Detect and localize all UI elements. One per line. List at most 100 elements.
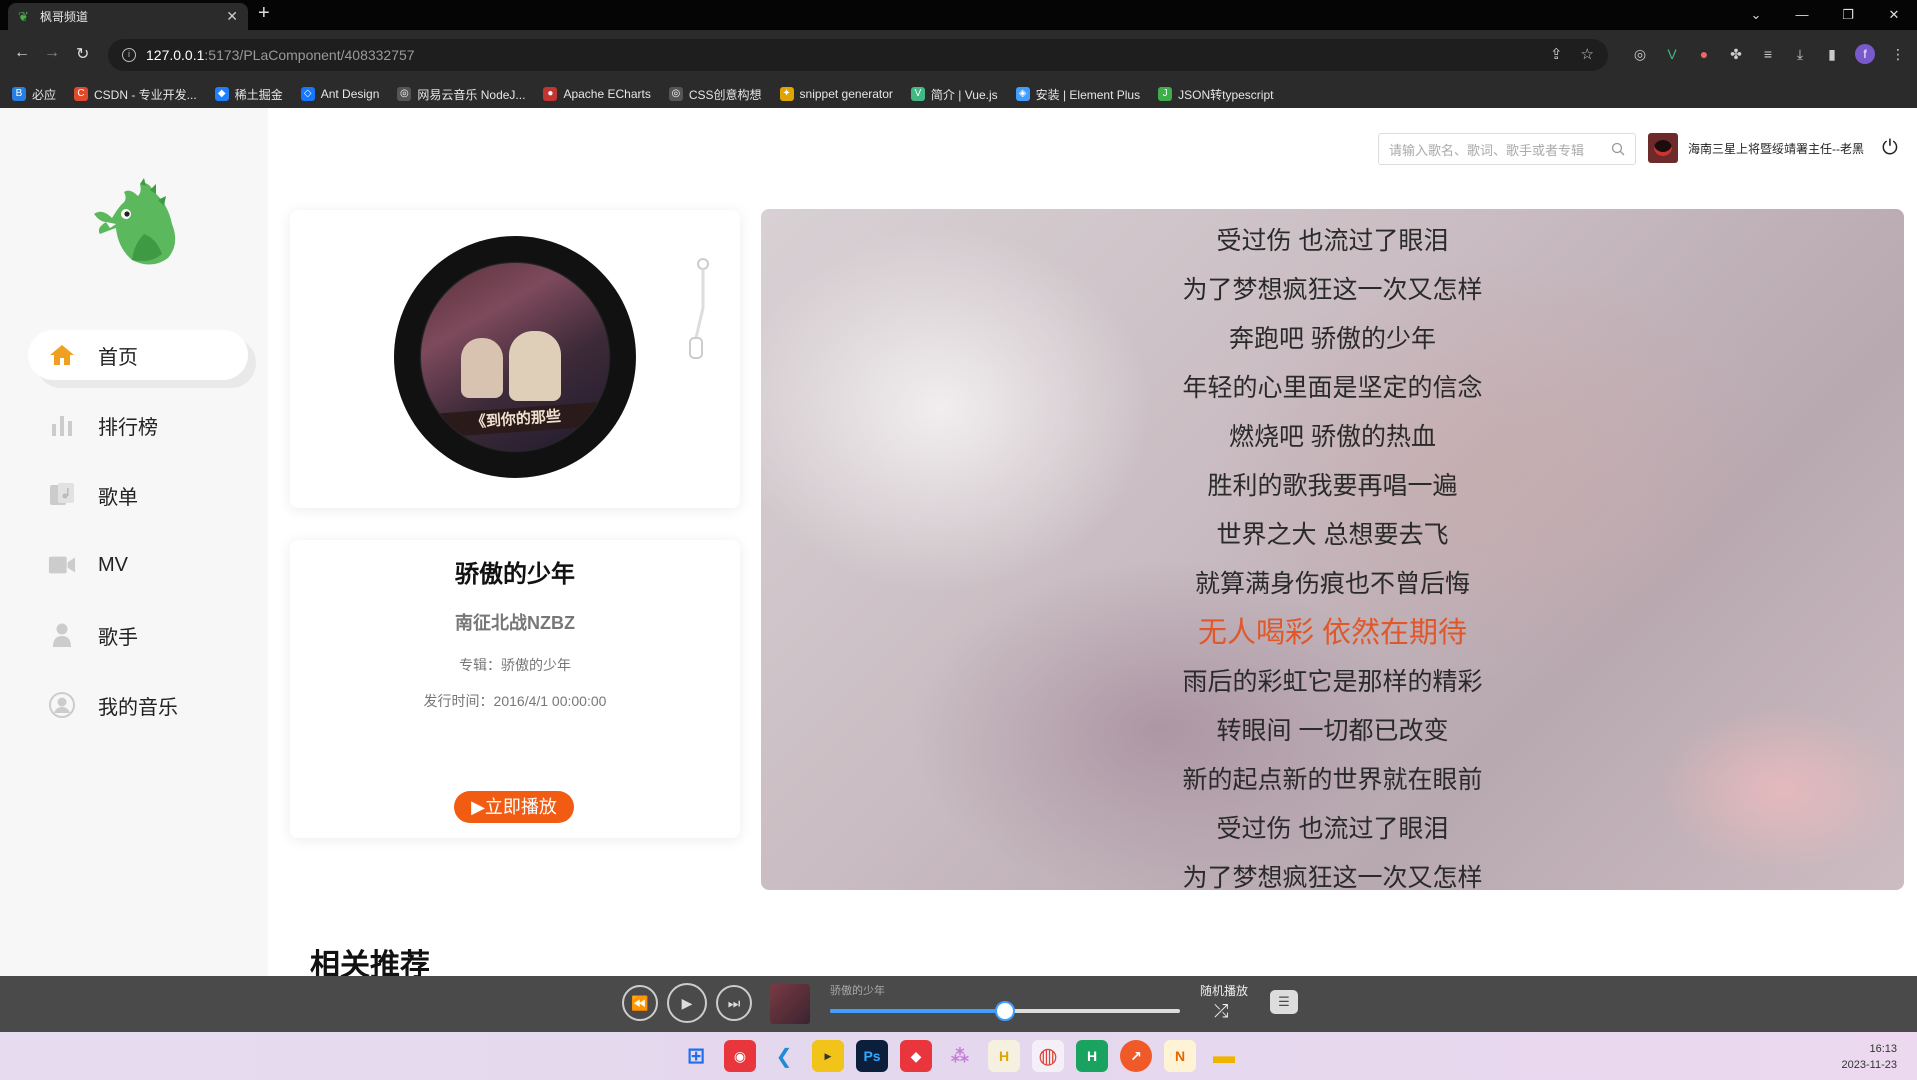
hbuilder-icon[interactable]: H <box>988 1040 1020 1072</box>
url-text: 127.0.0.1:5173/PLaComponent/408332757 <box>146 47 415 63</box>
close-tab-icon[interactable]: ✕ <box>226 8 238 25</box>
progress-knob[interactable] <box>995 1001 1015 1021</box>
forward-icon[interactable]: → <box>44 44 60 62</box>
extensions-puzzle-icon[interactable]: ✤ <box>1727 46 1745 63</box>
lyric-line: 胜利的歌我要再唱一遍 <box>1207 472 1458 500</box>
username[interactable]: 海南三星上将暨绥靖署主任--老黑 <box>1688 140 1864 157</box>
app-dots-icon[interactable]: ⁂ <box>944 1040 976 1072</box>
bookmark-item[interactable]: C CSDN - 专业开发... <box>74 86 197 103</box>
vue-devtools-icon[interactable]: V <box>1663 46 1681 62</box>
new-tab-icon[interactable]: + <box>258 2 270 25</box>
playlist-icon <box>48 481 76 509</box>
window-controls: ⌄ — ❐ ✕ <box>1733 0 1917 30</box>
chrome-icon[interactable]: ◍ <box>1032 1040 1064 1072</box>
sidebar-item[interactable]: 歌手 <box>28 610 248 660</box>
bookmark-item[interactable]: ◇ Ant Design <box>300 87 379 101</box>
previous-track-icon[interactable]: ⏪ <box>622 985 658 1021</box>
lyric-line: 就算满身伤痕也不曾后悔 <box>1194 570 1470 598</box>
sidebar: 首页排行榜歌单 MV 歌手我的音乐 <box>0 108 268 976</box>
bar-chart-icon <box>48 411 76 439</box>
play-mode-label: 随机播放 <box>1200 984 1249 998</box>
playlist-queue-icon[interactable]: ☰ <box>1270 990 1298 1014</box>
avatar[interactable] <box>1648 133 1678 163</box>
sidebar-item[interactable]: 排行榜 <box>28 400 248 450</box>
bookmark-item[interactable]: ◆ 稀土掘金 <box>214 86 283 103</box>
shuffle-icon[interactable]: ⤮ <box>1214 1001 1228 1022</box>
lyrics-list: 受过伤 也流过了眼泪 为了梦想疯狂这一次又怎样 奔跑吧 骄傲的少年 年轻的心里面是坚定… <box>761 217 1904 890</box>
play-now-button[interactable]: ▶立即播放 <box>454 791 574 823</box>
lyric-line: 为了梦想疯狂这一次又怎样 <box>1182 276 1483 304</box>
bookmark-item[interactable]: ◎ CSS创意构想 <box>668 86 762 103</box>
download-icon[interactable]: ⤓ <box>1791 46 1809 63</box>
artist-name[interactable]: 南征北战NZBZ <box>290 609 740 635</box>
os-taskbar: ⊞ ◉ ❮ ▶ Ps ◆ ⁂ H ◍ H ↗ N ▬ 16:13 2023-11… <box>0 1032 1917 1080</box>
progress-slider[interactable] <box>830 1001 1180 1021</box>
photoshop-icon[interactable]: Ps <box>856 1040 888 1072</box>
player-song-name: 骄傲的少年 <box>830 985 885 997</box>
search-input[interactable]: 请输入歌名、歌词、歌手或者专辑 <box>1378 133 1636 165</box>
sidebar-item-label: 歌单 <box>98 486 138 509</box>
file-explorer-icon[interactable]: ▬ <box>1208 1040 1240 1072</box>
reading-list-icon[interactable]: ≡ <box>1759 46 1777 62</box>
current-lyric-line: 无人喝彩 依然在期待 <box>1197 617 1468 649</box>
sidebar-item[interactable]: 首页 <box>28 330 248 380</box>
sidebar-item[interactable]: 我的音乐 <box>28 680 248 730</box>
reload-icon[interactable]: ↻ <box>76 44 89 64</box>
album-cover: 《到你的那些 <box>421 263 609 451</box>
extension-ring-icon[interactable]: ◎ <box>1631 46 1649 63</box>
browser-tab[interactable]: ❦ 枫哥频道 ✕ <box>8 3 248 30</box>
extension-pepper-icon[interactable]: ● <box>1695 46 1713 62</box>
bookmark-item[interactable]: ✦ snippet generator <box>779 87 893 101</box>
browser-menu-icon[interactable]: ⋮ <box>1889 46 1907 63</box>
player-thumbnail[interactable] <box>770 984 810 1024</box>
bookmark-item[interactable]: B 必应 <box>12 86 56 103</box>
sidebar-item[interactable]: 歌单 <box>28 470 248 520</box>
minimize-icon[interactable]: — <box>1779 0 1825 30</box>
tab-search-icon[interactable]: ⌄ <box>1733 0 1779 30</box>
vinyl-disc: 《到你的那些 <box>394 236 636 478</box>
play-pause-icon[interactable]: ▶ <box>667 983 707 1023</box>
hbuilderx-icon[interactable]: H <box>1076 1040 1108 1072</box>
bookmark-item[interactable]: ◎ 网易云音乐 NodeJ... <box>397 86 525 103</box>
bookmark-item[interactable]: ● Apache ECharts <box>543 87 651 101</box>
next-track-icon[interactable]: ⏭ <box>716 985 752 1021</box>
progress-fill <box>830 1009 1005 1013</box>
play-now-label: 立即播放 <box>484 797 557 817</box>
tonearm-icon <box>689 258 709 359</box>
bookmark-item[interactable]: V 简介 | Vue.js <box>910 86 998 103</box>
dragon-favicon-icon: ❦ <box>18 8 29 24</box>
bookmark-star-icon[interactable]: ☆ <box>1581 45 1594 63</box>
search-icon[interactable] <box>1611 142 1625 156</box>
site-info-icon[interactable]: i <box>122 48 136 62</box>
browser-tab-bar: ❦ 枫哥频道 ✕ + ⌄ — ❐ ✕ <box>0 0 1917 30</box>
windows-start-icon[interactable]: ⊞ <box>680 1040 712 1072</box>
share-icon[interactable]: ⇪ <box>1550 45 1563 63</box>
app-shield-icon[interactable]: ◆ <box>900 1040 932 1072</box>
song-info-card: 骄傲的少年 南征北战NZBZ 专辑：骄傲的少年 发行时间：2016/4/1 00… <box>290 540 740 838</box>
app-n-icon[interactable]: N <box>1164 1040 1196 1072</box>
lyric-line: 燃烧吧 骄傲的热血 <box>1229 423 1436 451</box>
url-field[interactable]: i 127.0.0.1:5173/PLaComponent/408332757 … <box>108 39 1608 71</box>
user-circle-icon <box>48 691 76 719</box>
bookmark-item[interactable]: J JSON转typescript <box>1158 86 1273 103</box>
bookmark-label: JSON转typescript <box>1178 87 1274 102</box>
video-icon <box>48 551 76 579</box>
lyric-line: 雨后的彩虹它是那样的精彩 <box>1182 668 1483 696</box>
lyric-line: 新的起点新的世界就在眼前 <box>1182 766 1483 794</box>
bookmark-favicon-icon: V <box>910 87 925 101</box>
netease-music-icon[interactable]: ◉ <box>724 1040 756 1072</box>
back-icon[interactable]: ← <box>14 44 30 62</box>
bookmark-item[interactable]: ◈ 安装 | Element Plus <box>1015 86 1140 103</box>
restore-icon[interactable]: ❐ <box>1825 0 1871 30</box>
sidebar-item[interactable]: MV <box>28 540 248 590</box>
dragon-logo-icon <box>94 178 176 265</box>
bookmark-favicon-icon: ◇ <box>300 87 315 101</box>
close-window-icon[interactable]: ✕ <box>1871 0 1917 30</box>
profile-avatar-icon[interactable]: f <box>1855 44 1875 64</box>
vscode-icon[interactable]: ❮ <box>768 1040 800 1072</box>
power-logout-icon[interactable]: ⏻ <box>1882 137 1898 160</box>
sidebar-item-label: 首页 <box>98 346 138 369</box>
side-panel-icon[interactable]: ▮ <box>1823 46 1841 63</box>
app-compass-icon[interactable]: ↗ <box>1120 1040 1152 1072</box>
potplayer-icon[interactable]: ▶ <box>812 1040 844 1072</box>
